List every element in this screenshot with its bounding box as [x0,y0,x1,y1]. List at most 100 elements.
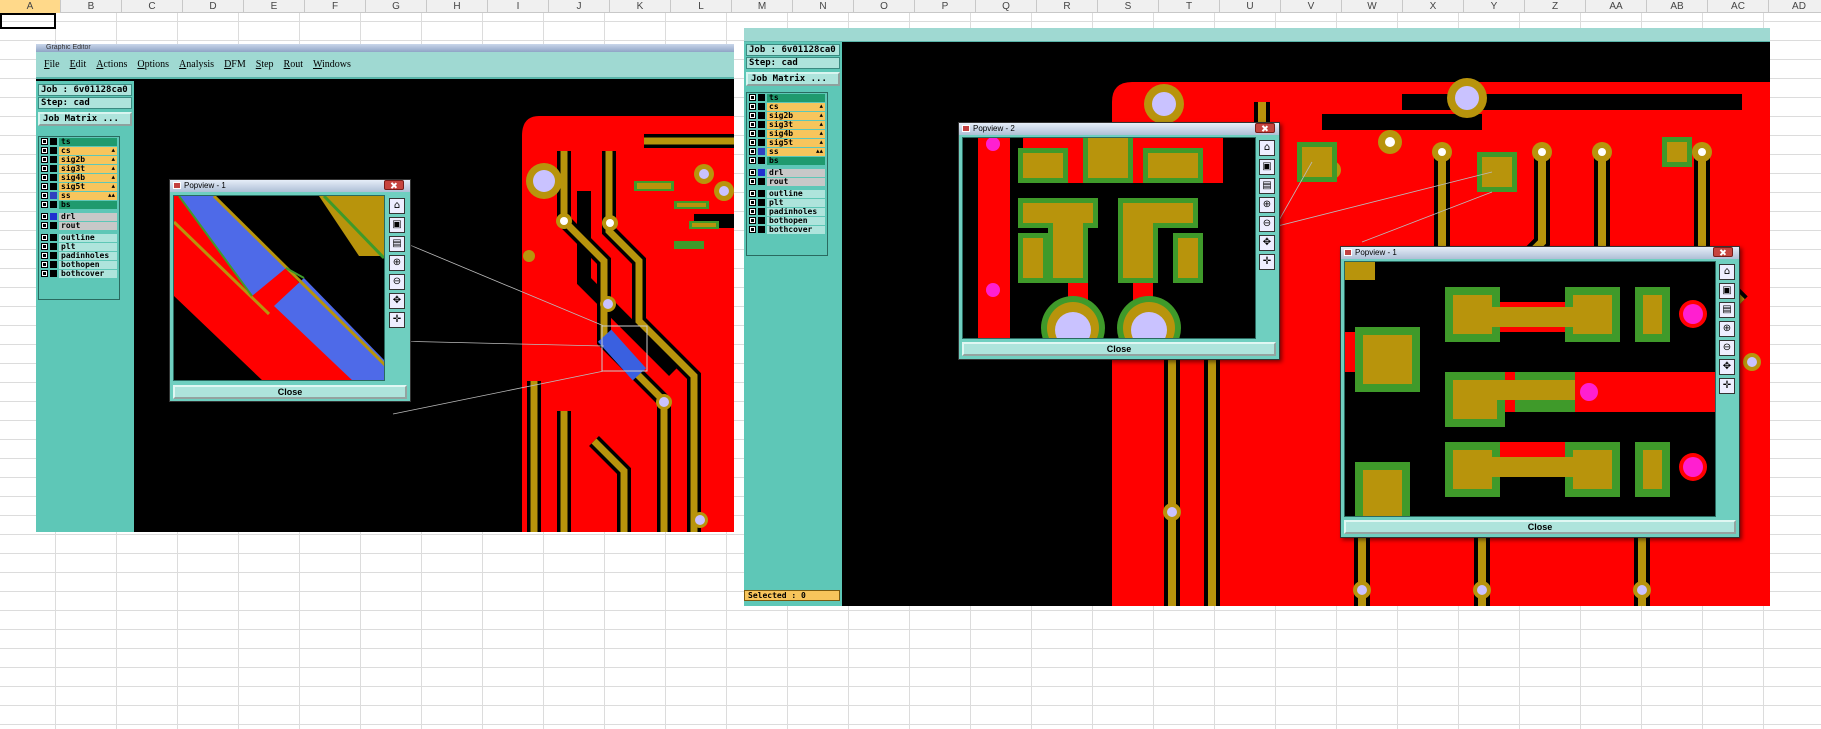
column-header[interactable]: Y [1464,0,1525,13]
popview-canvas[interactable] [962,137,1256,339]
column-header[interactable]: U [1220,0,1281,13]
layer-name[interactable]: outline [767,189,825,198]
layer-name[interactable]: bothopen [767,216,825,225]
layer-checkbox[interactable] [749,226,756,233]
layer-name[interactable]: rout [767,177,825,186]
zoom-home-icon[interactable]: ⌂ [1259,140,1275,156]
pan-icon[interactable]: ✛ [389,312,405,328]
layer-row-rout[interactable]: rout [39,221,119,230]
layer-checkbox[interactable] [41,261,48,268]
layer-color-swatch[interactable] [50,234,57,241]
zoom-out-icon[interactable]: ⊖ [1259,216,1275,232]
close-button[interactable]: Close [962,342,1276,356]
column-header[interactable]: G [366,0,427,13]
layer-name[interactable]: sig4b [59,173,117,182]
layer-color-swatch[interactable] [758,208,765,215]
layer-name[interactable]: sig5t [59,182,117,191]
layer-checkbox[interactable] [749,112,756,119]
print-icon[interactable]: ▤ [1259,178,1275,194]
layer-name[interactable]: cs [59,146,117,155]
close-icon[interactable] [384,180,404,190]
pan-icon[interactable]: ✛ [1719,378,1735,394]
fit-icon[interactable]: ✥ [1259,235,1275,251]
column-header[interactable]: S [1098,0,1159,13]
layer-checkbox[interactable] [749,190,756,197]
layer-name[interactable]: plt [59,242,117,251]
layer-name[interactable]: drl [767,168,825,177]
layer-row-ts[interactable]: ts [747,93,827,102]
layer-color-swatch[interactable] [50,183,57,190]
layer-row-bothopen[interactable]: bothopen [747,216,827,225]
layer-row-sig5t[interactable]: sig5t ▴ [39,182,119,191]
save-icon[interactable]: ▣ [389,217,405,233]
print-icon[interactable]: ▤ [1719,302,1735,318]
column-header[interactable]: Z [1525,0,1586,13]
layer-row-cs[interactable]: cs ▴ [747,102,827,111]
layer-name[interactable]: cs [767,102,825,111]
layer-color-swatch[interactable] [758,190,765,197]
zoom-home-icon[interactable]: ⌂ [389,198,405,214]
menu-item-dfm[interactable]: DFM [224,59,246,70]
layer-name[interactable]: sig5t [767,138,825,147]
column-header[interactable]: N [793,0,854,13]
layer-name[interactable]: padinholes [59,251,117,260]
fit-icon[interactable]: ✥ [1719,359,1735,375]
column-header[interactable]: V [1281,0,1342,13]
layer-color-swatch[interactable] [50,213,57,220]
layer-row-plt[interactable]: plt [39,242,119,251]
column-header[interactable]: P [915,0,976,13]
layer-checkbox[interactable] [41,165,48,172]
column-header[interactable]: H [427,0,488,13]
layer-checkbox[interactable] [749,157,756,164]
pan-icon[interactable]: ✛ [1259,254,1275,270]
column-header[interactable]: M [732,0,793,13]
layer-name[interactable]: bs [59,200,117,209]
job-matrix-button[interactable]: Job Matrix ... [38,112,132,126]
close-button[interactable]: Close [1344,520,1736,534]
menu-item-file[interactable]: File [44,59,60,70]
layer-row-bothopen[interactable]: bothopen [39,260,119,269]
column-header[interactable]: AC [1708,0,1769,13]
column-header[interactable]: AD [1769,0,1821,13]
layer-color-swatch[interactable] [50,156,57,163]
menu-item-step[interactable]: Step [256,59,274,70]
column-header[interactable]: C [122,0,183,13]
layer-row-drl[interactable]: drl [39,212,119,221]
close-button[interactable]: Close [173,385,407,399]
layer-color-swatch[interactable] [50,252,57,259]
layer-name[interactable]: bothcover [767,225,825,234]
menu-item-analysis[interactable]: Analysis [179,59,214,70]
layer-color-swatch[interactable] [758,226,765,233]
layer-row-sig5t[interactable]: sig5t ▴ [747,138,827,147]
zoom-out-icon[interactable]: ⊖ [1719,340,1735,356]
layer-color-swatch[interactable] [50,147,57,154]
layer-checkbox[interactable] [41,201,48,208]
column-header[interactable]: AA [1586,0,1647,13]
zoom-home-icon[interactable]: ⌂ [1719,264,1735,280]
print-icon[interactable]: ▤ [389,236,405,252]
layer-color-swatch[interactable] [758,157,765,164]
layer-row-sig3t[interactable]: sig3t ▴ [39,164,119,173]
zoom-in-icon[interactable]: ⊕ [1719,321,1735,337]
layer-color-swatch[interactable] [758,148,765,155]
menu-item-windows[interactable]: Windows [313,59,351,70]
column-header[interactable]: A [0,0,61,13]
layer-color-swatch[interactable] [758,130,765,137]
column-header[interactable]: K [610,0,671,13]
layer-name[interactable]: ts [767,93,825,102]
layer-row-bothcover[interactable]: bothcover [39,269,119,278]
column-header[interactable]: L [671,0,732,13]
layer-checkbox[interactable] [749,208,756,215]
layer-checkbox[interactable] [41,138,48,145]
column-header[interactable]: AB [1647,0,1708,13]
layer-color-swatch[interactable] [50,222,57,229]
column-header[interactable]: I [488,0,549,13]
layer-name[interactable]: padinholes [767,207,825,216]
layer-name[interactable]: ts [59,137,117,146]
layer-name[interactable]: sig3t [767,120,825,129]
menu-item-rout[interactable]: Rout [284,59,303,70]
layer-checkbox[interactable] [41,183,48,190]
layer-row-rout[interactable]: rout [747,177,827,186]
layer-checkbox[interactable] [749,94,756,101]
zoom-in-icon[interactable]: ⊕ [389,255,405,271]
